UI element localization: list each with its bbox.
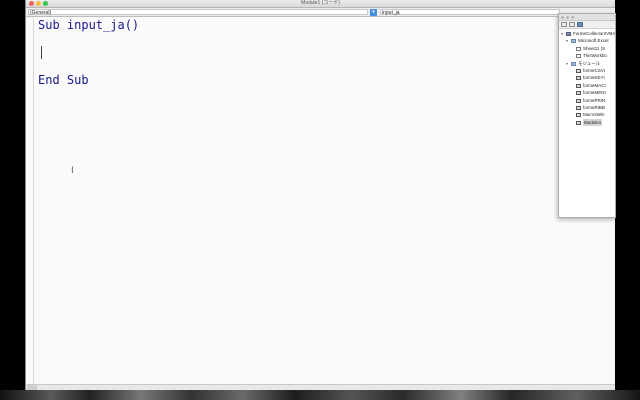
panel-title-bar[interactable] — [559, 14, 615, 21]
tree-item[interactable]: Sheet11 (S — [559, 45, 615, 52]
tree-item-label: Microsoft Excel — [578, 38, 609, 44]
module-icon — [576, 83, 581, 88]
module-icon — [576, 76, 581, 81]
chevron-down-icon[interactable]: ▾ — [370, 9, 377, 16]
tree-item-label: formeKEYI — [583, 75, 605, 81]
tree-item-label: formePRIN — [583, 97, 606, 103]
module-icon — [576, 120, 581, 125]
code-editor[interactable]: Sub input_ja() End Sub I — [26, 17, 615, 386]
window-title: Module1 (コード) — [301, 0, 340, 6]
tree-item[interactable]: formeMACI — [559, 82, 615, 89]
tree-item-label: ThisWorkbo — [583, 53, 607, 59]
tree-item-label: Module1 — [583, 118, 603, 127]
code-line[interactable]: End Sub — [38, 73, 89, 87]
title-bar[interactable]: Module1 (コード) — [26, 0, 615, 8]
module-icon — [576, 98, 581, 103]
project-tree: ▾ FormeCollector2VBA ▾ Microsoft Excel Sheet… — [559, 30, 616, 127]
tree-item-label: FormeCollector2VBA — [573, 31, 616, 36]
code-dropdown-bar: (General) ▾ input_ja — [26, 8, 615, 17]
tree-item-label: formeMACI — [583, 82, 606, 88]
view-code-icon[interactable] — [561, 22, 567, 27]
tree-item[interactable]: ▾ モジュール — [559, 60, 615, 67]
tree-item[interactable]: formeCSVI — [559, 67, 615, 74]
tree-item-label: MacVsWin — [583, 112, 605, 118]
sheet-icon — [576, 54, 581, 59]
project-explorer-panel: ▾ FormeCollector2VBA ▾ Microsoft Excel Sheet… — [558, 13, 616, 218]
tree-item-label: formeCSVI — [583, 67, 606, 73]
text-cursor — [41, 46, 42, 59]
tree-item[interactable]: Module1 — [559, 118, 615, 127]
tree-item[interactable]: formeKEYI — [559, 74, 615, 81]
module-icon — [576, 68, 581, 73]
module-icon — [576, 105, 581, 110]
tree-item[interactable]: formeRIBB — [559, 104, 615, 111]
panel-minimize-button[interactable] — [566, 16, 569, 19]
ibeam-cursor-icon: I — [71, 166, 74, 176]
panel-toolbar — [559, 21, 615, 29]
module-icon — [576, 113, 581, 118]
disclosure-triangle-icon[interactable]: ▾ — [561, 30, 563, 37]
disclosure-triangle-icon[interactable]: ▾ — [566, 60, 568, 67]
toggle-folders-icon[interactable] — [577, 22, 583, 27]
module-icon — [576, 91, 581, 96]
vba-code-window: Module1 (コード) (General) ▾ input_ja Sub i… — [25, 0, 615, 390]
tree-item-label: Sheet11 (S — [583, 45, 606, 51]
tree-item[interactable]: MacVsWin — [559, 111, 615, 118]
tree-item[interactable]: formeMENI — [559, 89, 615, 96]
folder-icon — [571, 61, 576, 66]
editor-margin — [33, 17, 34, 386]
view-object-icon[interactable] — [569, 22, 575, 27]
code-line[interactable]: Sub input_ja() — [38, 18, 139, 32]
desktop-background — [0, 390, 640, 400]
tree-item[interactable]: ThisWorkbo — [559, 52, 615, 59]
folder-icon — [571, 39, 576, 44]
sheet-icon — [576, 46, 581, 51]
tree-item-label: formeMENI — [583, 90, 606, 96]
tree-item-label: formeRIBB — [583, 104, 606, 110]
panel-close-button[interactable] — [561, 16, 564, 19]
object-dropdown[interactable]: (General) — [28, 9, 368, 16]
tree-item-label: モジュール — [578, 60, 601, 66]
procedure-dropdown[interactable]: input_ja — [380, 9, 560, 16]
tree-item[interactable]: ▾ FormeCollector2VBA — [559, 30, 616, 37]
tree-item[interactable]: ▾ Microsoft Excel — [559, 37, 615, 44]
disclosure-triangle-icon[interactable]: ▾ — [566, 37, 568, 44]
tree-item[interactable]: formePRIN — [559, 97, 615, 104]
panel-maximize-button[interactable] — [571, 16, 574, 19]
project-icon — [566, 32, 571, 36]
